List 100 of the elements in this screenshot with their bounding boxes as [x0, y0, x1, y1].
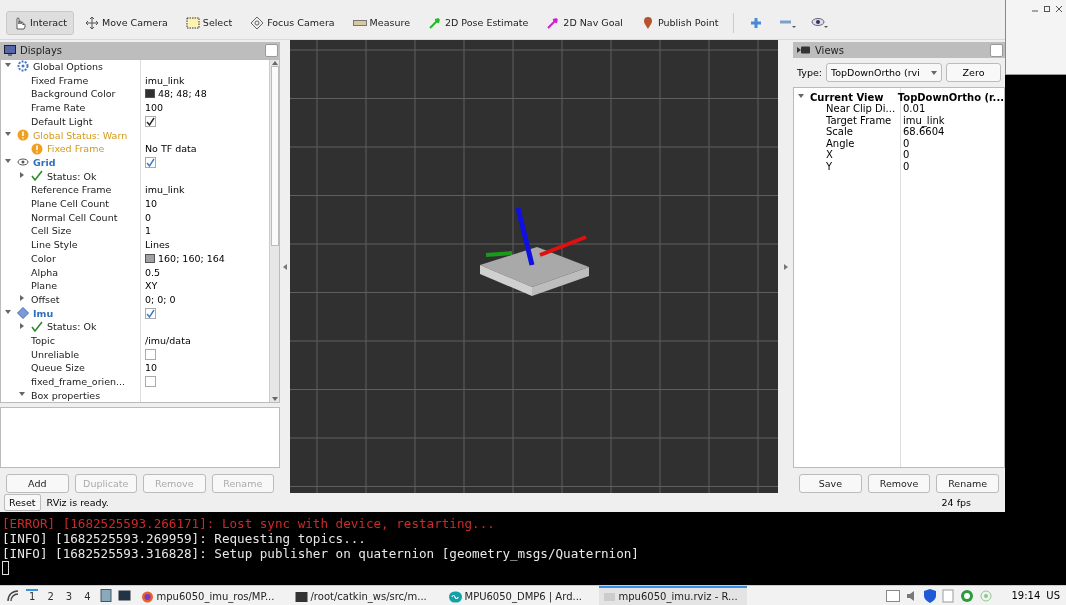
- property-name: Line Style: [31, 239, 78, 251]
- collapsed-arrow-icon[interactable]: [19, 295, 25, 302]
- property-value: 100: [145, 102, 164, 114]
- circle-icon[interactable]: [959, 588, 974, 603]
- property-value: imu_link: [145, 184, 185, 196]
- taskbar-item[interactable]: MPU6050_DMP6 | Ard...: [444, 586, 593, 605]
- taskbar-item[interactable]: mpu6050_imu_ros/MP...: [136, 586, 285, 605]
- tool-button[interactable]: Interact: [6, 10, 75, 35]
- tool-button[interactable]: Select: [178, 10, 240, 35]
- type-dropdown[interactable]: TopDownOrtho (rvi: [826, 63, 943, 83]
- property-name: Alpha: [31, 266, 58, 278]
- expanded-arrow-icon[interactable]: [5, 309, 11, 316]
- close-icon[interactable]: [1056, 6, 1062, 12]
- collapsed-arrow-icon[interactable]: [19, 172, 25, 179]
- shield-icon[interactable]: [923, 588, 936, 603]
- property-value: 10: [145, 198, 158, 209]
- property-name: Status: Ok: [47, 170, 97, 182]
- property-name: Status: Ok: [47, 321, 97, 333]
- property-value: 68.6604: [902, 126, 945, 138]
- reset-button[interactable]: Reset: [4, 494, 41, 511]
- expanded-arrow-icon[interactable]: [5, 158, 11, 165]
- checkbox[interactable]: [145, 115, 156, 127]
- arrow-icon: [546, 15, 561, 30]
- property-value: 0: [145, 211, 152, 223]
- diamond-icon: [17, 307, 29, 320]
- collapse-arrow-icon[interactable]: [783, 263, 788, 270]
- tool-button[interactable]: 2D Nav Goal: [539, 10, 630, 35]
- terminal-line: [INFO] [1682525593.316828]: Setup publisher on quaternion [geometry_msgs/Quaternion]: [2, 546, 640, 561]
- property-value: 0.5: [145, 266, 161, 278]
- expanded-arrow-icon[interactable]: [5, 131, 11, 137]
- file-cabinet-icon[interactable]: [99, 589, 112, 602]
- window-icon[interactable]: [885, 589, 900, 602]
- type-label: Type:: [797, 67, 823, 79]
- property-name: Topic: [31, 335, 55, 347]
- property-name: Plane: [31, 280, 58, 292]
- property-name: Near Clip Di...: [826, 103, 896, 115]
- workspace-button[interactable]: 4: [81, 589, 94, 602]
- collapse-arrow-icon[interactable]: [283, 263, 287, 270]
- property-value: 160; 160; 164: [158, 252, 225, 264]
- warning-icon: [17, 129, 29, 141]
- workspace-button[interactable]: 2: [44, 589, 57, 602]
- checkbox[interactable]: [145, 348, 156, 360]
- tool-button[interactable]: Move Camera: [78, 10, 175, 35]
- property-value: 0: [902, 137, 910, 149]
- property-name: Box properties: [31, 389, 101, 401]
- property-name: Y: [826, 160, 833, 172]
- panel-button[interactable]: Remove: [867, 474, 931, 493]
- move-arrows-icon: [85, 15, 100, 30]
- scrollbar[interactable]: [269, 59, 279, 403]
- status-message: RViz is ready.: [46, 497, 109, 508]
- tool-button[interactable]: Measure: [345, 10, 417, 35]
- monitor-icon[interactable]: [117, 589, 131, 602]
- panel-title: Displays: [20, 44, 63, 56]
- panel-button[interactable]: Save: [799, 474, 862, 493]
- property-name: Global Options: [33, 61, 103, 72]
- keyboard-layout: US: [1046, 590, 1060, 601]
- tool-button[interactable]: Publish Point: [633, 10, 726, 35]
- property-value: /imu/data: [145, 335, 191, 347]
- float-button[interactable]: [265, 44, 278, 57]
- property-name: Current View: [810, 91, 884, 103]
- tool-button[interactable]: Focus Camera: [243, 10, 342, 35]
- property-name: Background Color: [31, 88, 116, 100]
- restore-icon[interactable]: [1044, 6, 1050, 12]
- browser-icon: [140, 590, 154, 603]
- property-value: 0: [902, 160, 910, 172]
- taskbar-item[interactable]: /root/catkin_ws/src/m...: [290, 586, 439, 605]
- panel-button[interactable]: Add: [6, 474, 69, 493]
- property-value: 0: [902, 149, 910, 161]
- scroll-down-icon[interactable]: [271, 396, 278, 403]
- property-name: Global Status: Warn: [33, 129, 128, 141]
- workspace-button[interactable]: 1: [26, 589, 39, 602]
- checkmark-icon: [31, 320, 43, 333]
- start-menu-icon[interactable]: [6, 588, 20, 603]
- property-name: Queue Size: [31, 362, 85, 374]
- app-icon: [602, 590, 616, 603]
- eye-icon: [17, 156, 29, 169]
- expanded-arrow-icon[interactable]: [19, 391, 25, 398]
- property-name: Cell Size: [31, 225, 72, 237]
- property-value: 48; 48; 48: [158, 88, 207, 100]
- warning-icon: [31, 142, 43, 155]
- property-value: XY: [145, 280, 158, 292]
- tool-button[interactable]: 2D Pose Estimate: [421, 10, 536, 35]
- collapsed-arrow-icon[interactable]: [19, 322, 25, 329]
- checkbox[interactable]: [145, 307, 156, 319]
- property-name: fixed_frame_orien...: [31, 376, 126, 388]
- expanded-arrow-icon[interactable]: [5, 62, 11, 69]
- workspace-button[interactable]: 3: [62, 589, 76, 602]
- property-name: Fixed Frame: [31, 74, 89, 86]
- float-button[interactable]: [990, 44, 1003, 57]
- property-name: Frame Rate: [31, 102, 86, 114]
- zero-button[interactable]: Zero: [946, 63, 1001, 83]
- panel-title: Views: [815, 44, 844, 56]
- expanded-arrow-icon[interactable]: [798, 93, 804, 100]
- checkbox[interactable]: [145, 156, 156, 168]
- property-value: 10: [145, 362, 158, 374]
- checkbox[interactable]: [145, 376, 156, 388]
- taskbar-item[interactable]: mpu6050_imu.rviz - R...: [598, 586, 747, 605]
- panel-button[interactable]: Rename: [936, 474, 999, 493]
- crosshair-diamond-icon: [250, 15, 265, 30]
- property-name: Offset: [31, 293, 60, 305]
